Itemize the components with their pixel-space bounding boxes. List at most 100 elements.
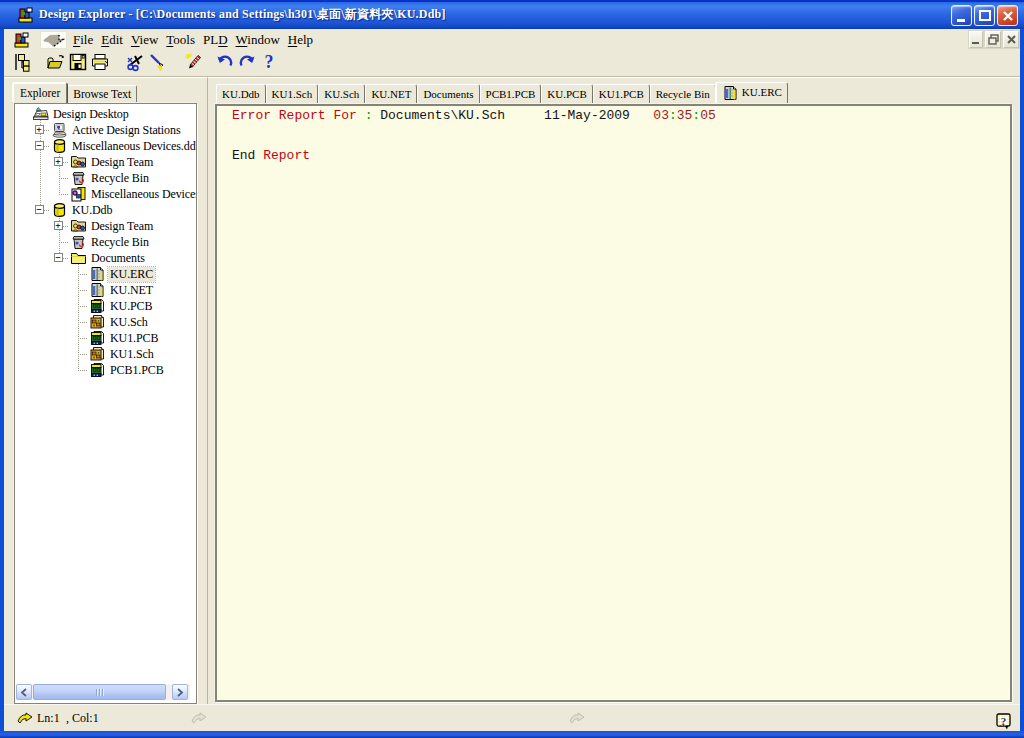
folder-icon xyxy=(70,250,87,266)
document-tab-label: KU1.Sch xyxy=(272,88,313,100)
report-doc-icon xyxy=(89,266,106,282)
cut-button[interactable] xyxy=(126,54,146,74)
collapse-toggle[interactable]: − xyxy=(54,253,63,262)
question-icon: ? xyxy=(259,52,279,76)
toggle-explorer-button[interactable] xyxy=(12,54,32,74)
menu-file[interactable]: File xyxy=(69,32,97,48)
tree-item-pcb1-pcb[interactable]: PCB1.PCB xyxy=(89,362,166,378)
tree-item-miscellaneous-devices-lib[interactable]: Miscellaneous Devices.lib xyxy=(70,186,196,202)
pcb-doc-icon xyxy=(89,362,106,378)
undo-button[interactable] xyxy=(215,54,235,74)
tree-item-active-design-stations[interactable]: Active Design Stations xyxy=(51,122,182,138)
panel-tab-browse-text[interactable]: Browse Text xyxy=(67,85,137,103)
close-button[interactable] xyxy=(997,5,1018,26)
menu-view[interactable]: View xyxy=(127,32,162,48)
tree-item-ku-net[interactable]: KU.NET xyxy=(89,282,155,298)
tree-item-label: KU.PCB xyxy=(108,299,154,314)
open-document-button[interactable] xyxy=(46,54,66,74)
editor-text-segment: 35 xyxy=(677,108,693,123)
text-editor[interactable]: Error Report For : Documents\KU.Sch 11-M… xyxy=(217,106,1010,700)
print-button[interactable] xyxy=(90,54,110,74)
menu-window[interactable]: Window xyxy=(232,32,284,48)
recycle-icon xyxy=(70,170,87,186)
tree-item-design-team[interactable]: Design Team xyxy=(70,154,155,170)
document-tab-label: Documents xyxy=(423,88,473,100)
knife-icon xyxy=(148,52,168,76)
database-icon xyxy=(51,202,68,218)
help-button[interactable]: ? xyxy=(259,54,279,74)
menu-help[interactable]: Help xyxy=(284,32,317,48)
tree-item-label: Miscellaneous Devices.lib xyxy=(89,187,196,202)
document-tab-ku-pcb[interactable]: KU.PCB xyxy=(541,84,592,103)
app-icon-small[interactable] xyxy=(14,32,30,48)
panel-tab-explorer[interactable]: Explorer xyxy=(13,83,67,103)
minimize-button[interactable] xyxy=(951,5,972,26)
expand-toggle[interactable]: + xyxy=(54,221,63,230)
tree-item-label: Active Design Stations xyxy=(70,123,182,138)
scroll-right-button[interactable] xyxy=(172,684,188,700)
document-tabs: KU.Ddb KU1.Sch KU.SchKU.NET Documents PCB1.P… xyxy=(216,83,788,103)
maximize-button[interactable] xyxy=(974,5,995,26)
expand-toggle[interactable]: + xyxy=(35,125,44,134)
tree-item-ku-pcb[interactable]: KU.PCB xyxy=(89,298,154,314)
document-tab-pcb1-pcb[interactable]: PCB1.PCB xyxy=(480,84,542,103)
document-tab-label: KU.PCB xyxy=(547,88,586,100)
editor-text-segment: : xyxy=(669,108,677,123)
menu-tools[interactable]: Tools xyxy=(162,32,199,48)
mdi-minimize-button[interactable] xyxy=(969,31,983,48)
tree-item-ku-erc[interactable]: KU.ERC xyxy=(89,266,155,282)
tree-item-label: Design Desktop xyxy=(51,107,131,122)
tree-item-design-team[interactable]: Design Team xyxy=(70,218,155,234)
scroll-left-button[interactable] xyxy=(16,684,32,700)
close-icon xyxy=(998,6,1019,27)
tree-item-design-desktop[interactable]: Design Desktop xyxy=(32,106,131,122)
menu-edit[interactable]: Edit xyxy=(97,32,127,48)
explorer-panel: ExplorerBrowse Text Design Desktop + Acti… xyxy=(4,77,199,704)
editor-text-segment: : xyxy=(692,108,700,123)
tree-item-ku-ddb[interactable]: KU.Ddb xyxy=(51,202,114,218)
collapse-toggle[interactable]: − xyxy=(35,205,44,214)
tree-item-ku1-pcb[interactable]: KU1.PCB xyxy=(89,330,160,346)
tree-item-label: KU1.Sch xyxy=(108,347,156,362)
document-tab-ku1-pcb[interactable]: KU1.PCB xyxy=(593,84,650,103)
status-line-number: Ln:1 xyxy=(37,711,60,726)
tree-item-label: KU.NET xyxy=(108,283,155,298)
menu-items: FileEditViewToolsPLDWindowHelp xyxy=(69,29,317,51)
save-button[interactable] xyxy=(68,54,88,74)
app-icon[interactable] xyxy=(18,7,34,23)
mdi-close-button[interactable] xyxy=(1003,31,1019,48)
document-tab-ku1-sch[interactable]: KU1.Sch xyxy=(266,84,319,103)
document-tab-recycle-bin[interactable]: Recycle Bin xyxy=(650,84,716,103)
pcb-doc-icon xyxy=(89,298,106,314)
titlebar[interactable]: Design Explorer - [C:\Documents and Sett… xyxy=(0,0,1024,29)
paste-button[interactable] xyxy=(148,54,168,74)
document-menu-arrow-button[interactable] xyxy=(40,31,67,49)
editor-text-segment: 11-May-2009 xyxy=(544,108,630,123)
tree-item-label: Documents xyxy=(89,251,147,266)
scrollbar-thumb[interactable] xyxy=(33,684,166,700)
panel-splitter[interactable] xyxy=(199,77,207,704)
library-icon xyxy=(70,186,87,202)
tree-item-recycle-bin[interactable]: Recycle Bin xyxy=(70,234,151,250)
tree-horizontal-scrollbar[interactable] xyxy=(16,684,190,700)
document-tab-documents[interactable]: Documents xyxy=(417,84,479,103)
tree-item-miscellaneous-devices-ddb[interactable]: Miscellaneous Devices.ddb xyxy=(51,138,196,154)
expand-toggle[interactable]: + xyxy=(54,157,63,166)
document-tab-ku-ddb[interactable]: KU.Ddb xyxy=(216,84,266,103)
document-tab-ku-sch[interactable]: KU.Sch xyxy=(318,84,365,103)
document-tab-ku-erc[interactable]: KU.ERC xyxy=(716,82,788,103)
open-folder-icon xyxy=(46,52,66,76)
tree-item-ku1-sch[interactable]: KU1.Sch xyxy=(89,346,156,362)
undo-icon xyxy=(215,52,235,76)
tree-item-documents[interactable]: Documents xyxy=(70,250,147,266)
collapse-toggle[interactable]: − xyxy=(35,141,44,150)
tree-item-ku-sch[interactable]: KU.Sch xyxy=(89,314,150,330)
menu-pld[interactable]: PLD xyxy=(199,32,232,48)
redo-button[interactable] xyxy=(237,54,257,74)
mdi-restore-button[interactable] xyxy=(985,31,1001,48)
tree-item-recycle-bin[interactable]: Recycle Bin xyxy=(70,170,151,186)
tree-toggle-icon xyxy=(12,52,32,76)
sch-doc-icon xyxy=(89,314,106,330)
wizard-button[interactable] xyxy=(183,54,203,74)
document-tab-ku-net[interactable]: KU.NET xyxy=(365,84,417,103)
